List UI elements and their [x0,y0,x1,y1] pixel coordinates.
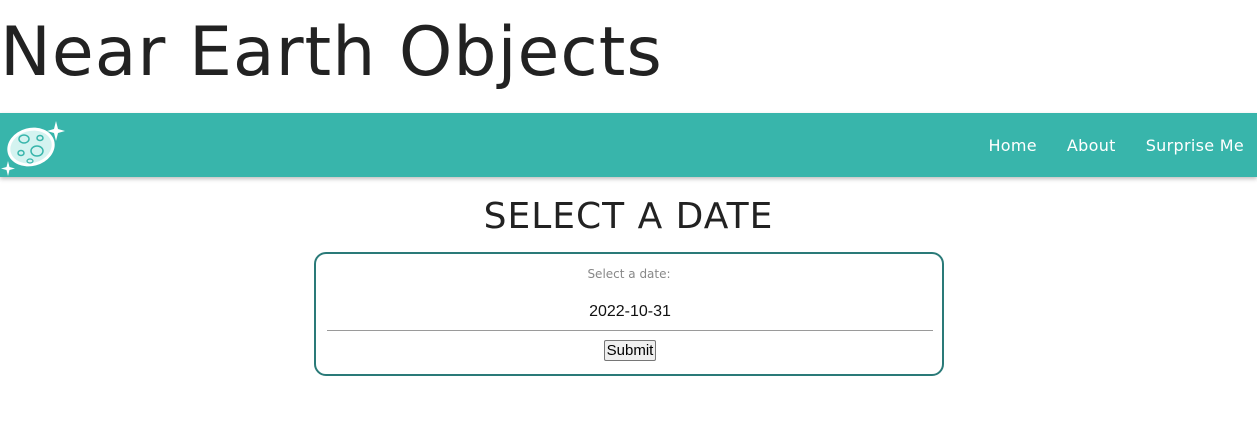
date-form: Select a date: Submit [314,252,944,376]
nav-link-surprise-me[interactable]: Surprise Me [1146,136,1244,155]
nav-link-about[interactable]: About [1067,136,1116,155]
date-input[interactable] [327,294,933,331]
nav-links: Home About Surprise Me [958,113,1257,177]
navbar: Home About Surprise Me [0,113,1257,177]
asteroid-logo-icon[interactable] [0,117,68,177]
site-title: Near Earth Objects [0,13,663,92]
nav-link-home[interactable]: Home [988,136,1036,155]
date-label: Select a date: [587,267,671,281]
page-heading: SELECT A DATE [483,196,774,237]
submit-button[interactable]: Submit [604,340,656,361]
